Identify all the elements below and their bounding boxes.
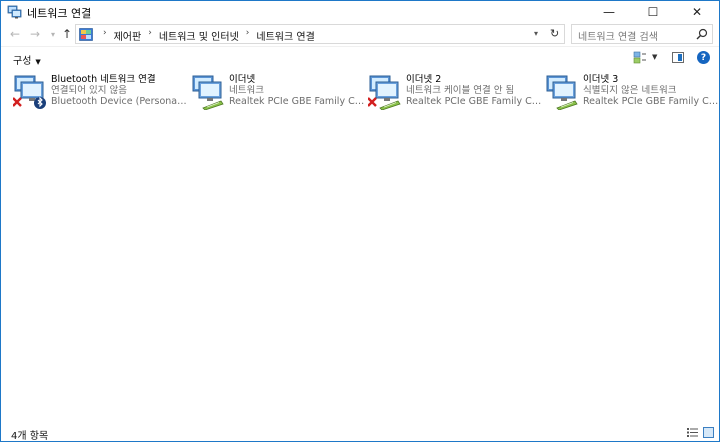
breadcrumb: › 제어판 › 네트워크 및 인터넷 › 네트워크 연결 bbox=[96, 28, 315, 43]
connection-item-bluetooth[interactable]: Bluetooth 네트워크 연결 연결되어 있지 않음 Bluetooth D… bbox=[13, 72, 189, 112]
refresh-button[interactable]: ↻ bbox=[550, 27, 559, 40]
connection-item-ethernet-2[interactable]: 이더넷 2 네트워크 케이블 연결 안 됨 Realtek PCIe GBE F… bbox=[368, 72, 544, 112]
address-bar[interactable]: › 제어판 › 네트워크 및 인터넷 › 네트워크 연결 ▾ ↻ bbox=[75, 24, 565, 44]
breadcrumb-network-connections[interactable]: 네트워크 연결 bbox=[256, 28, 314, 43]
connection-details: 이더넷 네트워크 Realtek PCIe GBE Family Control… bbox=[229, 74, 367, 107]
connection-name: 이더넷 2 bbox=[406, 74, 442, 85]
connection-details: 이더넷 2 네트워크 케이블 연결 안 됨 Realtek PCIe GBE F… bbox=[406, 74, 544, 107]
connection-item-ethernet-3[interactable]: 이더넷 3 식별되지 않은 네트워크 Realtek PCIe GBE Fami… bbox=[545, 72, 720, 112]
breadcrumb-separator: › bbox=[245, 28, 250, 38]
window-title: 네트워크 연결 bbox=[27, 7, 92, 20]
close-button[interactable]: ✕ bbox=[675, 1, 719, 23]
connection-status: 연결되어 있지 않음 bbox=[51, 85, 127, 96]
tiles-view-icon[interactable] bbox=[703, 427, 714, 438]
connection-name: 이더넷 bbox=[229, 74, 256, 85]
control-panel-icon bbox=[79, 28, 93, 41]
connection-status: 네트워크 케이블 연결 안 됨 bbox=[406, 85, 515, 96]
back-button[interactable]: ← bbox=[7, 25, 23, 43]
connections-list[interactable]: Bluetooth 네트워크 연결 연결되어 있지 않음 Bluetooth D… bbox=[1, 68, 720, 423]
details-view-icon[interactable] bbox=[687, 428, 698, 437]
help-icon[interactable]: ? bbox=[697, 51, 710, 64]
chevron-down-icon[interactable]: ▼ bbox=[652, 53, 657, 61]
network-connections-icon bbox=[7, 5, 22, 19]
connection-name: Bluetooth 네트워크 연결 bbox=[51, 74, 156, 85]
preview-pane-icon[interactable] bbox=[672, 52, 684, 63]
breadcrumb-separator: › bbox=[103, 28, 107, 38]
connection-details: Bluetooth 네트워크 연결 연결되어 있지 않음 Bluetooth D… bbox=[51, 74, 189, 107]
connection-device: Bluetooth Device (Personal Area ... bbox=[51, 96, 189, 107]
organize-label: 구성 bbox=[13, 56, 32, 67]
connection-name: 이더넷 3 bbox=[583, 74, 619, 85]
up-button[interactable]: ↑ bbox=[59, 25, 75, 43]
search-icon[interactable] bbox=[696, 28, 708, 40]
network-adapter-icon bbox=[13, 75, 46, 109]
connection-details: 이더넷 3 식별되지 않은 네트워크 Realtek PCIe GBE Fami… bbox=[583, 74, 720, 107]
item-count: 4개 항목 bbox=[11, 431, 49, 442]
command-bar: 구성 ▼ ▼ ? bbox=[1, 46, 719, 68]
breadcrumb-separator: › bbox=[148, 28, 152, 38]
ethernet-adapter-icon bbox=[546, 75, 578, 110]
chevron-down-icon: ▼ bbox=[35, 58, 41, 66]
ethernet-adapter-icon bbox=[368, 75, 401, 110]
title-bar[interactable]: 네트워크 연결 — ☐ ✕ bbox=[1, 1, 719, 23]
connection-device: Realtek PCIe GBE Family Controll... bbox=[406, 96, 544, 107]
breadcrumb-control-panel[interactable]: 제어판 bbox=[114, 28, 142, 43]
maximize-button[interactable]: ☐ bbox=[631, 1, 675, 23]
status-bar: 4개 항목 bbox=[1, 424, 719, 442]
search-input[interactable]: 네트워크 연결 검색 bbox=[578, 28, 658, 43]
minimize-button[interactable]: — bbox=[587, 1, 631, 23]
connection-status: 식별되지 않은 네트워크 bbox=[583, 85, 677, 96]
forward-button[interactable]: → bbox=[27, 25, 43, 43]
ethernet-adapter-icon bbox=[192, 75, 224, 110]
organize-button[interactable]: 구성 ▼ bbox=[13, 52, 41, 67]
change-view-icon[interactable] bbox=[633, 51, 647, 64]
navigation-bar: ← → ▾ ↑ › 제어판 › 네트워크 및 인터넷 › 네트워크 연결 ▾ ↻ bbox=[1, 23, 719, 45]
search-box[interactable]: 네트워크 연결 검색 bbox=[571, 24, 713, 44]
breadcrumb-network-and-internet[interactable]: 네트워크 및 인터넷 bbox=[159, 28, 239, 43]
connection-device: Realtek PCIe GBE Family Controll... bbox=[583, 96, 720, 107]
address-dropdown-button[interactable]: ▾ bbox=[534, 29, 538, 38]
connection-item-ethernet[interactable]: 이더넷 네트워크 Realtek PCIe GBE Family Control… bbox=[191, 72, 367, 112]
connection-status: 네트워크 bbox=[229, 85, 264, 96]
connection-device: Realtek PCIe GBE Family Controller bbox=[229, 96, 367, 107]
network-connections-window: 네트워크 연결 — ☐ ✕ ← → ▾ ↑ › 제어판 › 네트워크 및 인터넷… bbox=[0, 0, 720, 442]
